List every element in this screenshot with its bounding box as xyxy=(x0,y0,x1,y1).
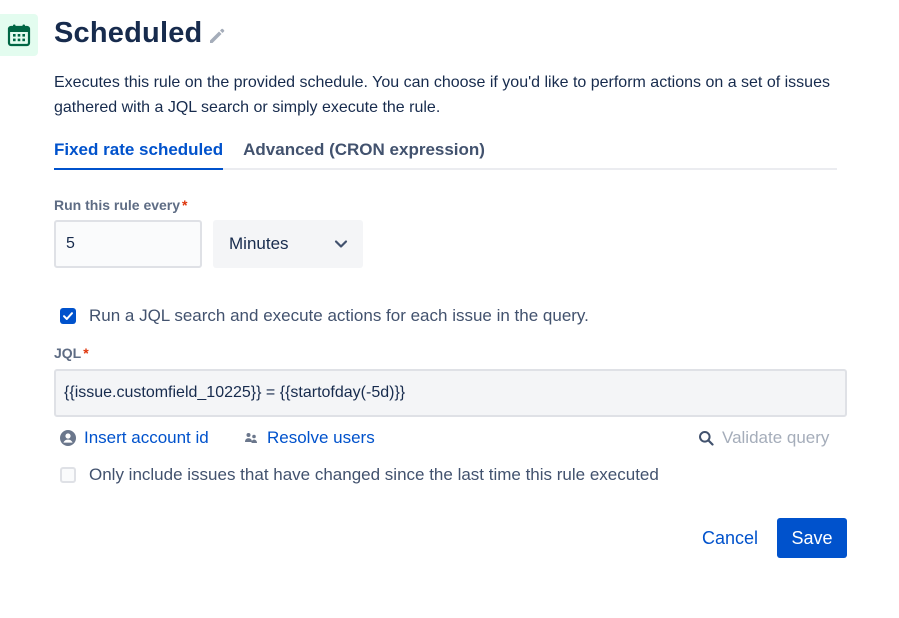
required-marker: * xyxy=(83,345,89,361)
tab-fixed-rate[interactable]: Fixed rate scheduled xyxy=(54,140,224,170)
interval-value: 5 xyxy=(66,235,75,252)
changed-checkbox-row: Only include issues that have changed si… xyxy=(60,465,659,485)
cancel-button[interactable]: Cancel xyxy=(695,518,765,558)
jql-label: JQL * xyxy=(54,345,89,361)
user-avatar-icon xyxy=(60,430,76,446)
jql-label-text: JQL xyxy=(54,345,82,361)
chevron-down-icon xyxy=(334,240,348,248)
save-button[interactable]: Save xyxy=(777,518,847,558)
calendar-icon xyxy=(7,24,31,47)
schedule-tabs: Fixed rate scheduled Advanced (CRON expr… xyxy=(54,140,837,170)
jql-value: {{issue.customfield_10225}} = {{startofd… xyxy=(64,384,406,401)
run-every-label-text: Run this rule every xyxy=(54,197,181,213)
trigger-icon-container xyxy=(0,14,38,56)
run-every-label: Run this rule every * xyxy=(54,197,188,213)
checkmark-icon xyxy=(63,312,73,320)
interval-unit-select[interactable]: Minutes xyxy=(213,220,363,268)
changed-since-checkbox[interactable] xyxy=(60,467,76,483)
changed-since-label[interactable]: Only include issues that have changed si… xyxy=(89,465,659,485)
interval-input[interactable]: 5 xyxy=(54,220,202,268)
pencil-icon[interactable] xyxy=(207,26,227,46)
tab-advanced-cron[interactable]: Advanced (CRON expression) xyxy=(243,140,485,170)
insert-account-id-link[interactable]: Insert account id xyxy=(60,428,209,448)
trigger-description: Executes this rule on the provided sched… xyxy=(54,74,830,116)
search-icon xyxy=(699,431,714,446)
insert-account-id-label: Insert account id xyxy=(84,428,209,447)
jql-checkbox[interactable] xyxy=(60,308,76,324)
resolve-users-link[interactable]: Resolve users xyxy=(243,428,375,448)
jql-checkbox-row: Run a JQL search and execute actions for… xyxy=(60,306,589,326)
page-title: Scheduled xyxy=(54,17,203,49)
jql-checkbox-label[interactable]: Run a JQL search and execute actions for… xyxy=(89,306,589,326)
jql-field[interactable]: {{issue.customfield_10225}} = {{startofd… xyxy=(54,369,847,417)
validate-query-link[interactable]: Validate query xyxy=(698,428,829,448)
people-icon xyxy=(245,433,257,443)
required-marker: * xyxy=(182,197,188,213)
resolve-users-label: Resolve users xyxy=(267,428,375,447)
interval-unit-value: Minutes xyxy=(229,234,289,253)
validate-query-label: Validate query xyxy=(722,428,830,447)
